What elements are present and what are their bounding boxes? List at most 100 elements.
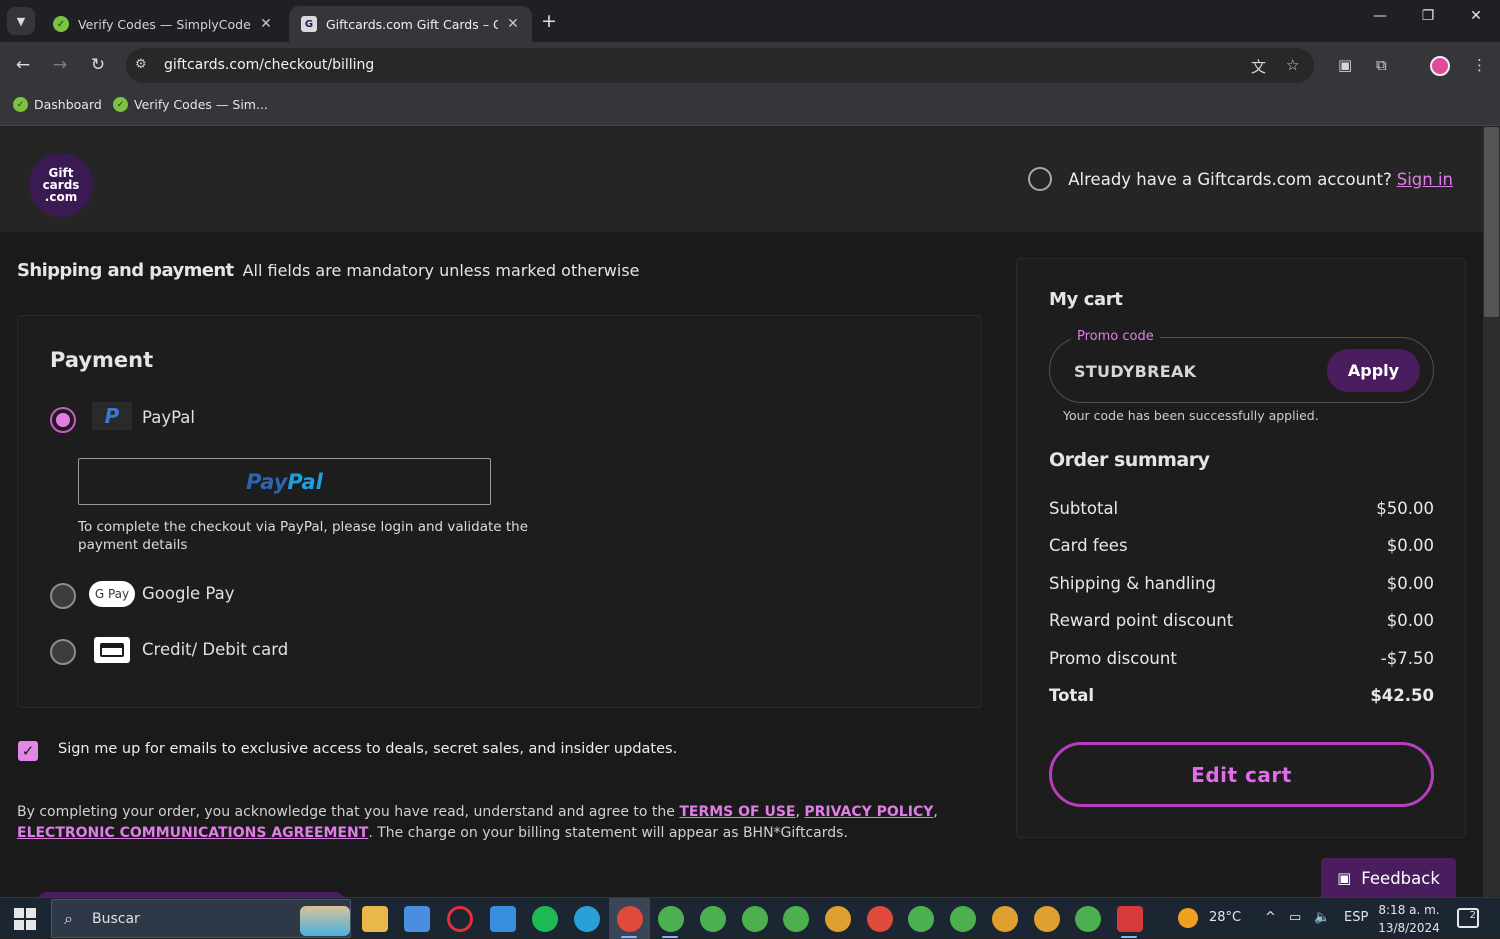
clock-date: 13/8/2024 — [1378, 921, 1440, 935]
terms-of-use-link[interactable]: TERMS OF USE — [679, 804, 795, 820]
close-tab-icon[interactable]: ✕ — [504, 16, 522, 32]
paypal-logo-icon: P — [92, 402, 132, 430]
windows-taskbar: ⌕ Buscar 28°C ^ ▭ 🔈 ESP 8:18 a. m. 13/8/… — [0, 897, 1500, 939]
promo-code-field[interactable]: Promo code STUDYBREAK Apply — [1049, 329, 1434, 403]
bookmarks-bar: ✓ Dashboard ✓ Verify Codes — Sim... — [0, 88, 1500, 126]
cart-title: My cart — [1049, 289, 1123, 310]
page-scrollbar[interactable] — [1483, 127, 1500, 897]
chrome-icon[interactable] — [617, 906, 643, 932]
back-button[interactable]: ← — [11, 55, 35, 75]
scrollbar-thumb[interactable] — [1484, 127, 1499, 317]
more-menu-icon[interactable]: ⋮ — [1472, 56, 1487, 74]
forward-button[interactable]: → — [48, 55, 72, 75]
spotify-icon[interactable] — [532, 906, 558, 932]
chrome-icon[interactable] — [700, 906, 726, 932]
edit-cart-button[interactable]: Edit cart — [1049, 742, 1434, 807]
feedback-button[interactable]: ▣ Feedback — [1321, 858, 1456, 898]
giftcards-favicon-icon: G — [301, 16, 317, 32]
summary-row-reward-discount: Reward point discount $0.00 — [1049, 611, 1434, 630]
volume-icon[interactable]: 🔈 — [1314, 910, 1330, 925]
network-icon[interactable]: ▭ — [1289, 910, 1301, 925]
weather-temp[interactable]: 28°C — [1209, 910, 1241, 925]
chrome-icon[interactable] — [1034, 906, 1060, 932]
paypal-note: To complete the checkout via PayPal, ple… — [78, 519, 529, 553]
tray-chevron-up-icon[interactable]: ^ — [1265, 910, 1276, 925]
radio-paypal[interactable] — [50, 407, 76, 433]
credit-card-icon — [94, 637, 130, 663]
reload-button[interactable]: ↻ — [86, 55, 110, 75]
apply-promo-button[interactable]: Apply — [1327, 349, 1420, 392]
new-tab-button[interactable]: + — [541, 10, 557, 32]
taskbar-search-text: Buscar — [92, 911, 140, 927]
language-indicator[interactable]: ESP — [1344, 910, 1368, 925]
minimize-button[interactable]: — — [1365, 8, 1395, 24]
tab-giftcards[interactable]: G Giftcards.com Gift Cards – Giftc ✕ — [289, 6, 532, 42]
bookmark-verify-codes[interactable]: ✓ Verify Codes — Sim... — [113, 97, 268, 112]
close-window-button[interactable]: ✕ — [1461, 8, 1491, 24]
bookmark-star-icon[interactable]: ☆ — [1286, 56, 1299, 74]
microsoft-store-icon[interactable] — [404, 906, 430, 932]
extensions-puzzle-icon[interactable]: ⧉ — [1376, 56, 1387, 74]
edge-icon[interactable] — [574, 906, 600, 932]
site-info-icon[interactable]: ⚙ — [135, 57, 147, 72]
summary-row-promo-discount: Promo discount -$7.50 — [1049, 649, 1434, 668]
account-prompt-text: Already have a Giftcards.com account? — [1068, 169, 1392, 189]
giftcards-logo[interactable]: Gift cards .com — [29, 153, 93, 217]
chrome-icon[interactable] — [867, 906, 893, 932]
close-tab-icon[interactable]: ✕ — [257, 16, 275, 32]
tab-search-menu-button[interactable]: ▼ — [7, 7, 35, 35]
chrome-icon[interactable] — [950, 906, 976, 932]
chrome-icon[interactable] — [1075, 906, 1101, 932]
app-icon[interactable] — [1117, 906, 1143, 932]
notifications-icon[interactable]: 2 — [1457, 908, 1479, 928]
taskbar-search[interactable]: ⌕ Buscar — [51, 899, 351, 938]
chrome-icon[interactable] — [992, 906, 1018, 932]
electronic-communications-link[interactable]: ELECTRONIC COMMUNICATIONS AGREEMENT — [17, 825, 368, 841]
shipping-payment-heading: Shipping and payment All fields are mand… — [17, 260, 982, 281]
feedback-label: Feedback — [1361, 868, 1440, 888]
section-title: Shipping and payment — [17, 260, 234, 281]
tab-title: Verify Codes — SimplyCodes — [78, 16, 251, 32]
file-explorer-icon[interactable] — [362, 906, 388, 932]
extension-icon[interactable]: ▣ — [1338, 56, 1352, 74]
tab-verify-codes[interactable]: ✓ Verify Codes — SimplyCodes ✕ — [41, 6, 285, 42]
summary-row-subtotal: Subtotal $50.00 — [1049, 499, 1434, 518]
payment-method-paypal-label[interactable]: PayPal — [142, 408, 195, 427]
windows-start-icon[interactable] — [14, 908, 36, 930]
browser-tabstrip: ▼ ✓ Verify Codes — SimplyCodes ✕ G Giftc… — [0, 0, 1500, 42]
chrome-icon[interactable] — [825, 906, 851, 932]
translate-icon[interactable]: 文 — [1251, 56, 1266, 77]
restore-button[interactable]: ❐ — [1413, 8, 1443, 24]
profile-avatar[interactable] — [1430, 56, 1450, 76]
radio-google-pay[interactable] — [50, 583, 76, 609]
chrome-icon[interactable] — [742, 906, 768, 932]
mail-icon[interactable] — [490, 906, 516, 932]
chrome-icon[interactable] — [783, 906, 809, 932]
simplycodes-favicon-icon: ✓ — [13, 97, 28, 112]
paypal-checkout-button[interactable]: Pay Pal — [78, 458, 491, 505]
promo-code-value[interactable]: STUDYBREAK — [1074, 362, 1196, 381]
payment-method-gpay-label[interactable]: Google Pay — [142, 584, 235, 603]
radio-credit-card[interactable] — [50, 639, 76, 665]
weather-icon[interactable] — [1178, 908, 1198, 928]
payment-method-card-label[interactable]: Credit/ Debit card — [142, 640, 288, 659]
arrow-right-icon: → — [52, 55, 68, 75]
chrome-icon[interactable] — [908, 906, 934, 932]
bookmark-label: Verify Codes — Sim... — [134, 97, 268, 112]
arrow-left-icon: ← — [15, 55, 31, 75]
cart-panel: My cart Promo code STUDYBREAK Apply Your… — [1016, 258, 1466, 838]
summary-row-total: Total $42.50 — [1049, 686, 1434, 705]
url-text: giftcards.com/checkout/billing — [164, 57, 375, 73]
opera-icon[interactable] — [447, 906, 473, 932]
bookmark-dashboard[interactable]: ✓ Dashboard — [13, 97, 102, 112]
search-icon: ⌕ — [64, 909, 73, 928]
promo-success-message: Your code has been successfully applied. — [1063, 408, 1319, 423]
chrome-icon[interactable] — [658, 906, 684, 932]
address-bar[interactable]: ⚙ giftcards.com/checkout/billing 文 ☆ — [126, 48, 1314, 83]
paypal-pay-text: Pay — [246, 469, 288, 494]
email-optin-checkbox[interactable]: ✓ — [18, 741, 38, 761]
email-optin-label[interactable]: Sign me up for emails to exclusive acces… — [58, 741, 677, 757]
sign-in-link[interactable]: Sign in — [1397, 170, 1453, 189]
taskbar-clock[interactable]: 8:18 a. m. 13/8/2024 — [1374, 901, 1444, 937]
privacy-policy-link[interactable]: PRIVACY POLICY — [804, 804, 933, 820]
